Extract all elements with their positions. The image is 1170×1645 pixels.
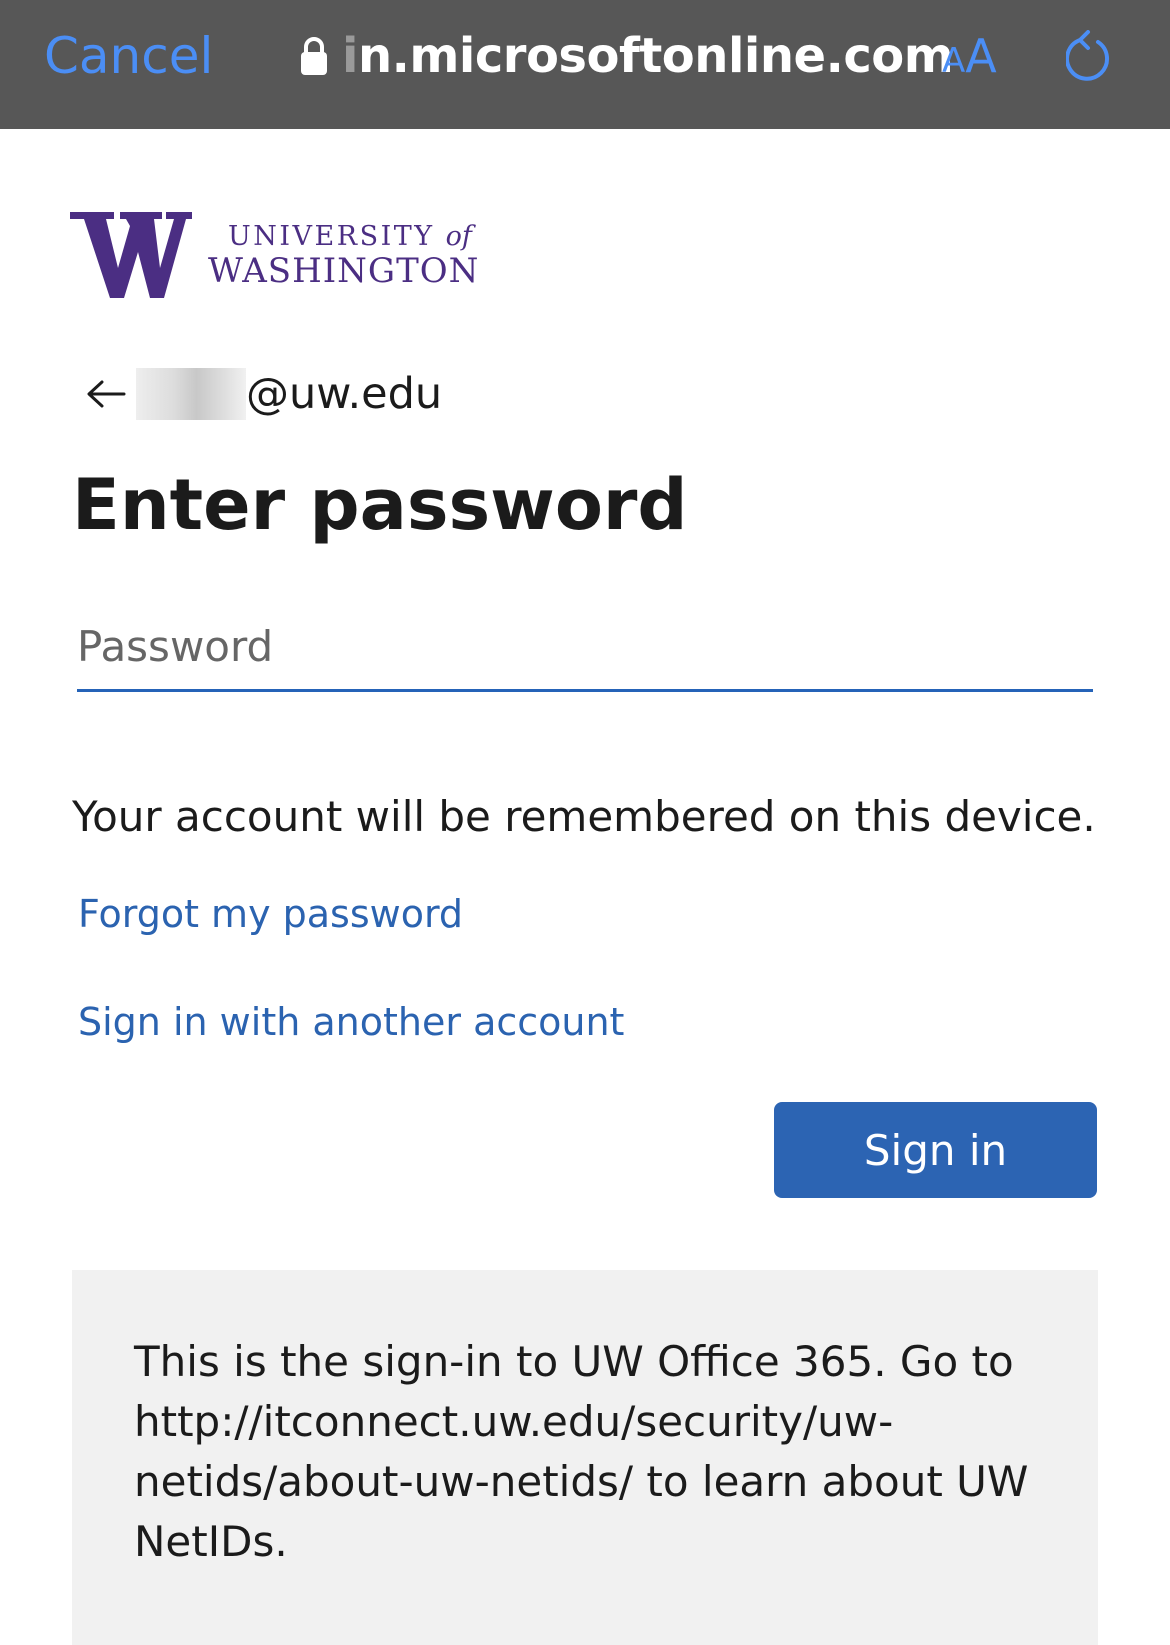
reload-icon[interactable] [1066, 30, 1114, 82]
logo-of: of [445, 220, 472, 252]
uw-logo: UNIVERSITY of WASHINGTON [70, 212, 479, 298]
cancel-button[interactable]: Cancel [44, 22, 213, 90]
logo-university-line: UNIVERSITY of [208, 223, 479, 250]
logo-university: UNIVERSITY [228, 220, 435, 252]
sign-in-another-account-link[interactable]: Sign in with another account [78, 1000, 624, 1044]
url-prefix: i [342, 28, 358, 84]
remember-device-text: Your account will be remembered on this … [72, 792, 1096, 841]
sign-in-button[interactable]: Sign in [774, 1102, 1097, 1198]
page-title: Enter password [72, 464, 688, 546]
url-text: in.microsoftonline.com [342, 28, 954, 84]
text-size-large-glyph: A [965, 29, 997, 83]
text-size-button[interactable]: A A [942, 22, 997, 90]
logo-washington: WASHINGTON [208, 250, 480, 291]
forgot-password-link[interactable]: Forgot my password [78, 892, 463, 936]
url-domain: n.microsoftonline.com [357, 28, 954, 84]
address-bar[interactable]: in.microsoftonline.com [300, 22, 954, 90]
text-size-small-glyph: A [942, 41, 966, 81]
info-box: This is the sign-in to UW Office 365. Go… [72, 1270, 1098, 1645]
back-arrow-icon[interactable] [86, 379, 126, 409]
identity-row: @uw.edu [86, 364, 442, 424]
uw-wordmark: UNIVERSITY of WASHINGTON [208, 223, 479, 288]
lock-icon [301, 37, 327, 75]
password-field[interactable] [77, 604, 1093, 692]
uw-w-logo-icon [70, 212, 192, 298]
redacted-username [136, 368, 246, 420]
identity-email-suffix: @uw.edu [246, 369, 443, 419]
browser-toolbar: Cancel in.microsoftonline.com A A [0, 0, 1170, 129]
info-text: This is the sign-in to UW Office 365. Go… [134, 1337, 1029, 1566]
